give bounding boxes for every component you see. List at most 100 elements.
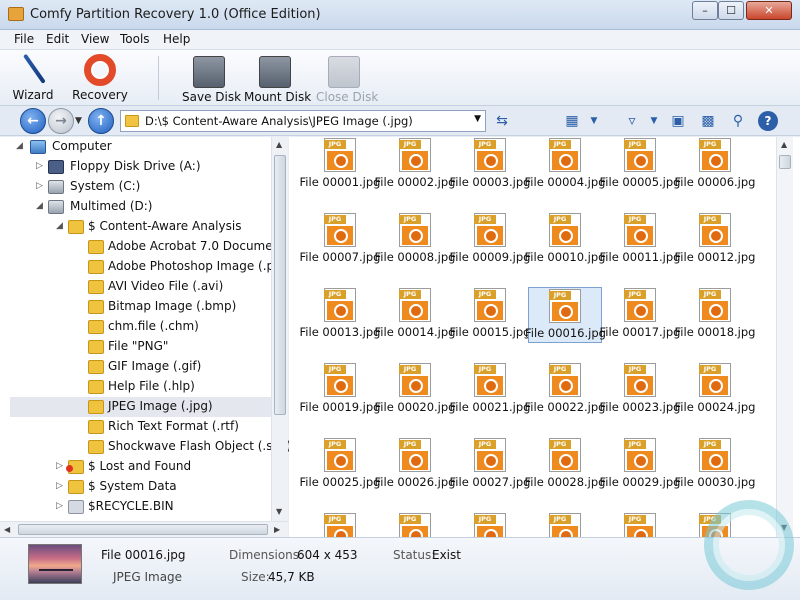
file-item[interactable]: JPG File 00029.jpg xyxy=(600,437,680,493)
image-thumbnail xyxy=(28,544,82,584)
minimize-button[interactable]: – xyxy=(692,1,718,20)
file-item[interactable]: JPG File 00026.jpg xyxy=(375,437,455,493)
file-item[interactable]: JPG File 00002.jpg xyxy=(375,137,455,193)
close-disk-button[interactable]: Close Disk xyxy=(316,52,378,104)
jpg-file-icon: JPG xyxy=(399,513,431,537)
files-vertical-scrollbar[interactable]: ▲ ▼ xyxy=(776,137,793,537)
collapse-arrow-icon[interactable]: ◢ xyxy=(16,141,23,151)
file-item[interactable]: JPG File 00017.jpg xyxy=(600,287,680,343)
file-item[interactable]: JPG File 00022.jpg xyxy=(525,362,605,418)
file-item[interactable]: JPG xyxy=(378,512,452,537)
file-item[interactable]: JPG File 00012.jpg xyxy=(675,212,755,268)
tree-horizontal-scrollbar[interactable]: ◀ ▶ xyxy=(0,521,288,537)
expand-arrow-icon[interactable]: ▷ xyxy=(36,161,43,171)
file-item[interactable]: JPG File 00016.jpg xyxy=(525,287,606,343)
scrollbar-thumb[interactable] xyxy=(779,155,791,169)
image-glyph-icon xyxy=(552,151,578,170)
scrollbar-thumb[interactable] xyxy=(274,155,286,415)
scroll-down-icon[interactable]: ▼ xyxy=(276,507,282,516)
address-field[interactable]: D:\$ Content-Aware Analysis\JPEG Image (… xyxy=(120,110,486,132)
file-item[interactable]: JPG File 00008.jpg xyxy=(375,212,455,268)
file-item[interactable]: JPG File 00025.jpg xyxy=(300,437,380,493)
file-item[interactable]: JPG File 00010.jpg xyxy=(525,212,605,268)
file-item[interactable]: JPG File 00003.jpg xyxy=(450,137,530,193)
view-mode-icon[interactable]: ▦ xyxy=(562,111,582,131)
scroll-right-icon[interactable]: ▶ xyxy=(274,525,280,534)
preview-icon[interactable]: ▣ xyxy=(668,111,688,131)
menu-tools[interactable]: Tools xyxy=(120,32,150,46)
file-item[interactable]: JPG File 00001.jpg xyxy=(300,137,380,193)
close-button[interactable]: ✕ xyxy=(746,1,792,20)
jpg-tag: JPG xyxy=(399,515,421,524)
expand-arrow-icon[interactable]: ▷ xyxy=(56,481,63,491)
file-item[interactable]: JPG xyxy=(603,512,677,537)
scroll-up-icon[interactable]: ▲ xyxy=(276,140,282,149)
chevron-down-icon[interactable]: ▼ xyxy=(474,114,481,124)
tree-item-jpeg[interactable]: JPEG Image (.jpg) xyxy=(10,397,280,417)
menu-help[interactable]: Help xyxy=(163,32,190,46)
file-item[interactable]: JPG File 00004.jpg xyxy=(525,137,605,193)
recovery-button[interactable]: Recovery xyxy=(72,52,128,104)
back-arrow-icon[interactable]: ← xyxy=(20,108,46,134)
collapse-arrow-icon[interactable]: ◢ xyxy=(36,201,43,211)
file-item[interactable]: JPG File 00007.jpg xyxy=(300,212,380,268)
search-icon[interactable]: ⚲ xyxy=(728,111,748,131)
file-item[interactable]: JPG File 00024.jpg xyxy=(675,362,755,418)
file-item[interactable]: JPG File 00011.jpg xyxy=(600,212,680,268)
file-item[interactable]: JPG xyxy=(528,512,602,537)
file-item[interactable]: JPG xyxy=(453,512,527,537)
expand-arrow-icon[interactable]: ▷ xyxy=(56,501,63,511)
file-item[interactable]: JPG File 00014.jpg xyxy=(375,287,455,343)
up-arrow-icon[interactable]: ↑ xyxy=(88,108,114,134)
menu-file[interactable]: File xyxy=(14,32,34,46)
view-dropdown-icon[interactable]: ▼ xyxy=(584,111,604,131)
jpg-file-icon: JPG xyxy=(324,513,356,537)
file-item[interactable]: JPG File 00021.jpg xyxy=(450,362,530,418)
folder-icon xyxy=(88,340,104,354)
image-glyph-icon xyxy=(627,151,653,170)
window-title: Comfy Partition Recovery 1.0 (Office Edi… xyxy=(30,7,321,22)
maximize-button[interactable]: ☐ xyxy=(718,1,744,20)
forward-arrow-icon[interactable]: → xyxy=(48,108,74,134)
tree-vertical-scrollbar[interactable]: ▲ ▼ xyxy=(271,137,288,521)
file-name: File 00024.jpg xyxy=(674,400,756,414)
filter-icon[interactable]: ▿ xyxy=(622,111,642,131)
expand-arrow-icon[interactable]: ▷ xyxy=(56,461,63,471)
refresh-icon[interactable]: ⇆ xyxy=(492,111,512,131)
menu-edit[interactable]: Edit xyxy=(46,32,69,46)
file-item[interactable]: JPG File 00027.jpg xyxy=(450,437,530,493)
save-icon[interactable]: ▩ xyxy=(698,111,718,131)
scrollbar-thumb[interactable] xyxy=(18,524,268,535)
scroll-left-icon[interactable]: ◀ xyxy=(4,525,10,534)
file-item[interactable]: JPG File 00005.jpg xyxy=(600,137,680,193)
history-dropdown-icon[interactable]: ▼ xyxy=(75,116,82,126)
save-disk-button[interactable]: Save Disk xyxy=(182,52,241,104)
file-item[interactable]: JPG File 00023.jpg xyxy=(600,362,680,418)
wizard-button[interactable]: Wizard xyxy=(10,52,56,104)
address-path: D:\$ Content-Aware Analysis\JPEG Image (… xyxy=(145,114,413,128)
help-icon[interactable]: ? xyxy=(758,111,778,131)
file-item[interactable]: JPG File 00020.jpg xyxy=(375,362,455,418)
file-item[interactable]: JPG File 00006.jpg xyxy=(675,137,755,193)
file-item[interactable]: JPG File 00028.jpg xyxy=(525,437,605,493)
file-item[interactable]: JPG File 00018.jpg xyxy=(675,287,755,343)
file-name: File 00021.jpg xyxy=(449,400,531,414)
collapse-arrow-icon[interactable]: ◢ xyxy=(56,221,63,231)
file-item[interactable]: JPG xyxy=(303,512,377,537)
mount-disk-button[interactable]: Mount Disk xyxy=(244,52,312,104)
file-item[interactable]: JPG File 00009.jpg xyxy=(450,212,530,268)
jpg-file-icon: JPG xyxy=(699,438,731,472)
filter-dropdown-icon[interactable]: ▼ xyxy=(644,111,664,131)
file-item[interactable]: JPG File 00013.jpg xyxy=(300,287,380,343)
expand-arrow-icon[interactable]: ▷ xyxy=(36,181,43,191)
file-item[interactable]: JPG File 00019.jpg xyxy=(300,362,380,418)
file-item[interactable]: JPG File 00015.jpg xyxy=(450,287,530,343)
file-name: File 00017.jpg xyxy=(599,325,681,339)
scroll-up-icon[interactable]: ▲ xyxy=(781,140,787,149)
image-glyph-icon xyxy=(402,376,428,395)
jpg-tag: JPG xyxy=(699,290,721,299)
mount-disk-label: Mount Disk xyxy=(244,90,312,104)
folder-icon xyxy=(88,440,104,454)
menu-view[interactable]: View xyxy=(81,32,109,46)
file-item[interactable]: JPG File 00030.jpg xyxy=(675,437,755,493)
